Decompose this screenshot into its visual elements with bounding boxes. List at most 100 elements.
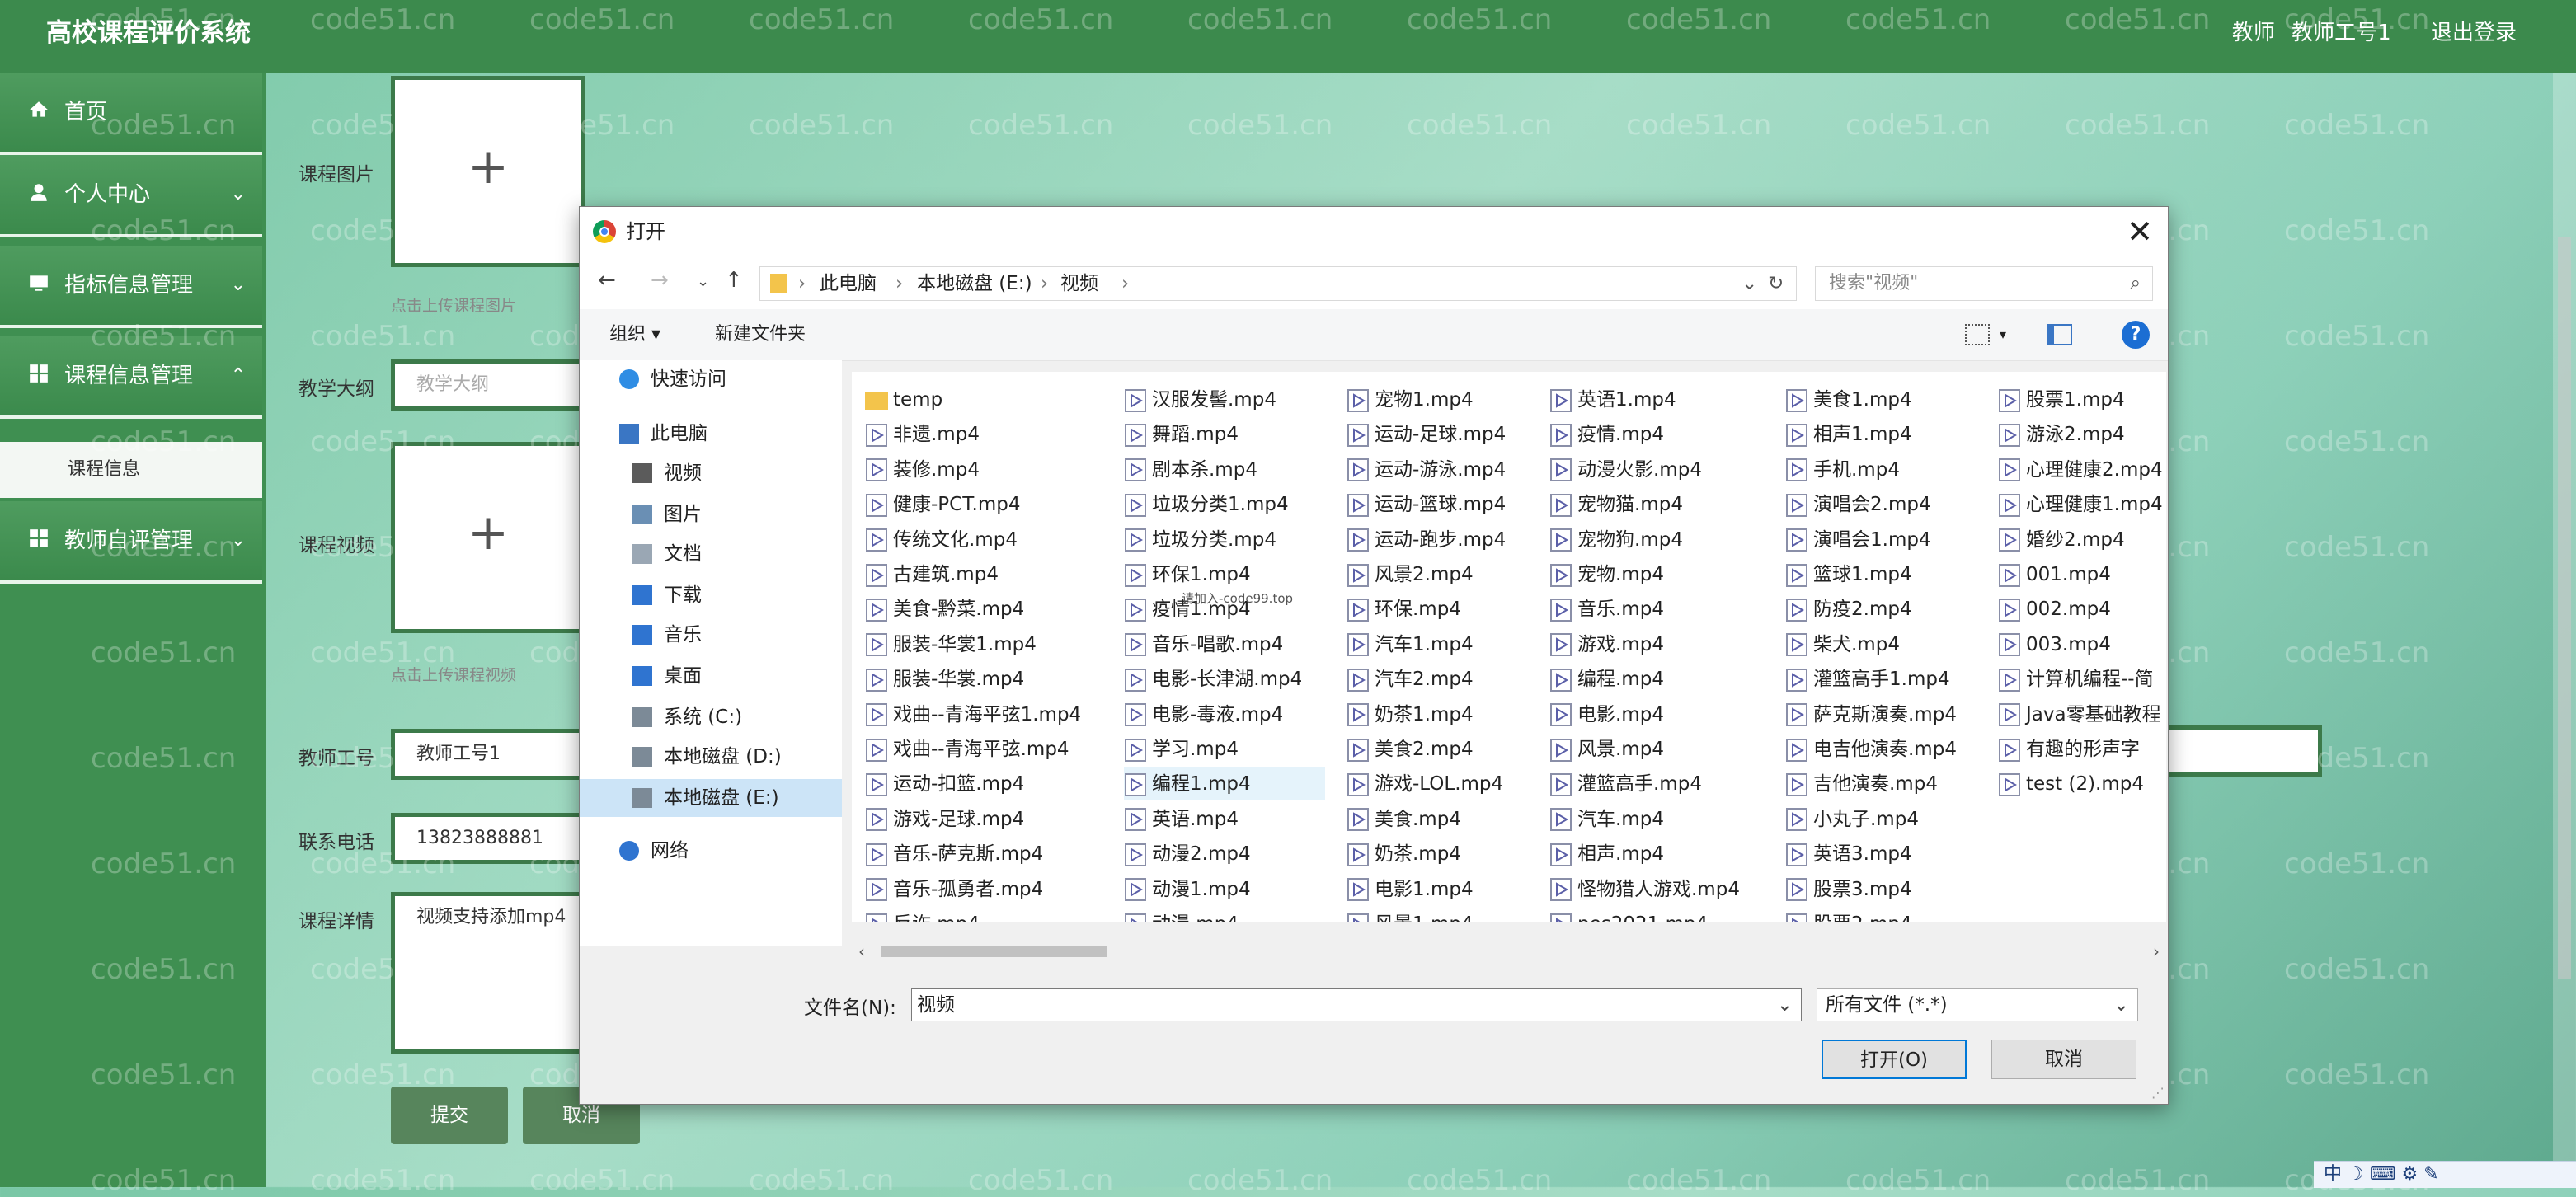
course-name-input-right[interactable] [2160, 725, 2322, 777]
file-item[interactable]: 反诈.mp4 [865, 908, 980, 922]
file-item[interactable]: 相声1.mp4 [1785, 418, 1912, 451]
file-item[interactable]: 运动-游泳.mp4 [1347, 453, 1506, 486]
file-item[interactable]: 宠物1.mp4 [1347, 383, 1474, 416]
file-item[interactable]: 传统文化.mp4 [865, 523, 1018, 556]
file-item[interactable]: 剧本杀.mp4 [1124, 453, 1257, 486]
file-item[interactable]: 运动-篮球.mp4 [1347, 488, 1506, 521]
file-item[interactable]: 戏曲--青海平弦.mp4 [865, 733, 1069, 766]
file-item[interactable]: 动漫.mp4 [1124, 908, 1239, 922]
submit-button[interactable]: 提交 [391, 1087, 508, 1144]
file-item[interactable]: 舞蹈.mp4 [1124, 418, 1239, 451]
file-item[interactable]: 美食-黔菜.mp4 [865, 593, 1024, 626]
open-button[interactable]: 打开(O) [1822, 1040, 1967, 1079]
phone-input[interactable]: 13823888881 [391, 813, 585, 864]
tree-item[interactable]: 本地磁盘 (D:) [580, 738, 842, 776]
file-item[interactable]: 吉他演奏.mp4 [1785, 767, 1938, 800]
file-item[interactable]: 电影-长津湖.mp4 [1124, 663, 1302, 696]
file-item[interactable]: 运动-扣篮.mp4 [865, 767, 1024, 800]
file-item[interactable]: 动漫1.mp4 [1124, 873, 1251, 906]
file-item[interactable]: 奶茶.mp4 [1347, 838, 1461, 871]
file-item[interactable]: 动漫2.mp4 [1124, 838, 1251, 871]
organize-menu[interactable]: 组织 ▾ [609, 309, 660, 360]
tree-item[interactable]: 桌面 [580, 657, 842, 695]
file-item[interactable]: 音乐.mp4 [1549, 593, 1664, 626]
file-item[interactable]: 音乐-孤勇者.mp4 [865, 873, 1043, 906]
filename-input[interactable]: 视频 ⌄ [911, 988, 1802, 1021]
scroll-left-icon[interactable]: ‹ [858, 941, 865, 962]
file-item[interactable]: 编程.mp4 [1549, 663, 1664, 696]
course-detail-editor[interactable]: 视频支持添加mp4 [391, 892, 585, 1054]
file-item[interactable]: 汽车.mp4 [1549, 803, 1664, 836]
file-item[interactable]: 演唱会1.mp4 [1785, 523, 1931, 556]
tree-item[interactable]: 本地磁盘 (E:) [580, 779, 842, 817]
breadcrumb-videos[interactable]: 视频 [1060, 267, 1098, 300]
file-item[interactable]: 装修.mp4 [865, 453, 980, 486]
tree-item[interactable]: 图片 [580, 495, 842, 533]
file-item[interactable]: 萨克斯演奏.mp4 [1785, 698, 1957, 731]
filetype-select[interactable]: 所有文件 (*.*) ⌄ [1817, 988, 2138, 1021]
file-item[interactable]: 宠物狗.mp4 [1549, 523, 1683, 556]
file-item[interactable]: 风景1.mp4 [1347, 908, 1474, 922]
file-item[interactable]: 汽车1.mp4 [1347, 628, 1474, 661]
file-item[interactable]: 001.mp4 [1998, 558, 2111, 591]
file-item[interactable]: 小丸子.mp4 [1785, 803, 1919, 836]
file-item[interactable]: 心理健康1.mp4 [1998, 488, 2163, 521]
tree-item[interactable]: 下载 [580, 576, 842, 614]
sidebar-item-teacher-self-eval[interactable]: 教师自评管理 ⌄ [0, 501, 262, 584]
file-item[interactable]: 疫情.mp4 [1549, 418, 1664, 451]
file-item[interactable]: 游泳2.mp4 [1998, 418, 2125, 451]
file-item[interactable]: 运动-跑步.mp4 [1347, 523, 1506, 556]
file-item[interactable]: 健康-PCT.mp4 [865, 488, 1021, 521]
file-item[interactable]: 环保.mp4 [1347, 593, 1461, 626]
file-item[interactable]: 汉服发髻.mp4 [1124, 383, 1276, 416]
tree-item[interactable]: 网络 [580, 832, 842, 870]
horizontal-scrollbar[interactable]: ‹ › [852, 941, 2166, 962]
scroll-right-icon[interactable]: › [2153, 941, 2160, 962]
file-item[interactable]: test (2).mp4 [1998, 767, 2144, 800]
file-item[interactable]: 篮球1.mp4 [1785, 558, 1912, 591]
file-item[interactable]: 演唱会2.mp4 [1785, 488, 1931, 521]
file-item[interactable]: 英语.mp4 [1124, 803, 1239, 836]
file-item[interactable]: 风景2.mp4 [1347, 558, 1474, 591]
tree-item[interactable]: 音乐 [580, 616, 842, 654]
sidebar-item-home[interactable]: 首页 [0, 73, 262, 155]
sidebar-item-course-management[interactable]: 课程信息管理 ⌃ [0, 336, 262, 419]
file-item[interactable]: 002.mp4 [1998, 593, 2111, 626]
sidebar-item-indicator-management[interactable]: 指标信息管理 ⌄ [0, 246, 262, 328]
page-scrollbar[interactable] [2553, 73, 2576, 1187]
file-item[interactable]: 服装-华裳1.mp4 [865, 628, 1037, 661]
file-item[interactable]: Java零基础教程 [1998, 698, 2161, 731]
file-item[interactable]: 游戏-足球.mp4 [865, 803, 1024, 836]
file-item[interactable]: 电影.mp4 [1549, 698, 1664, 731]
file-item[interactable]: 奶茶1.mp4 [1347, 698, 1474, 731]
file-item[interactable]: 股票3.mp4 [1785, 873, 1912, 906]
tray-icons[interactable]: 中 ☽ ⌨ ⚙ ✎ [2324, 1164, 2439, 1185]
file-item[interactable]: 服装-华裳.mp4 [865, 663, 1024, 696]
address-dropdown-icon[interactable]: ⌄ [1742, 267, 1757, 300]
syllabus-input[interactable]: 教学大纲 [391, 359, 585, 411]
course-video-upload[interactable]: + [391, 442, 585, 633]
file-item[interactable]: 计算机编程--简 [1998, 663, 2154, 696]
file-item[interactable]: 学习.mp4 [1124, 733, 1239, 766]
sidebar-item-personal-center[interactable]: 个人中心 ⌄ [0, 155, 262, 237]
file-item[interactable]: 英语3.mp4 [1785, 838, 1912, 871]
file-item[interactable]: pes2021.mp4 [1549, 908, 1708, 922]
file-item[interactable]: 宠物.mp4 [1549, 558, 1664, 591]
file-item[interactable]: 灌篮高手.mp4 [1549, 767, 1702, 800]
teacher-id-input[interactable]: 教师工号1 [391, 729, 585, 780]
file-item[interactable]: 戏曲--青海平弦1.mp4 [865, 698, 1081, 731]
logout-link[interactable]: 退出登录 [2431, 21, 2517, 45]
refresh-icon[interactable]: ↻ [1768, 267, 1784, 300]
file-item[interactable]: 心理健康2.mp4 [1998, 453, 2163, 486]
course-image-upload[interactable]: + [391, 76, 585, 267]
new-folder-button[interactable]: 新建文件夹 [715, 309, 806, 360]
user-name[interactable]: 教师工号1 [2292, 21, 2391, 45]
file-item[interactable]: 股票2.mp4 [1785, 908, 1912, 922]
tree-item[interactable]: 此电脑 [580, 415, 842, 453]
search-input[interactable]: 搜索"视频" ⌕ [1815, 266, 2153, 301]
file-item[interactable]: 防疫2.mp4 [1785, 593, 1912, 626]
close-icon[interactable]: ✕ [2127, 207, 2153, 256]
file-item[interactable]: 美食.mp4 [1347, 803, 1461, 836]
file-item[interactable]: 古建筑.mp4 [865, 558, 999, 591]
file-item[interactable]: 手机.mp4 [1785, 453, 1900, 486]
